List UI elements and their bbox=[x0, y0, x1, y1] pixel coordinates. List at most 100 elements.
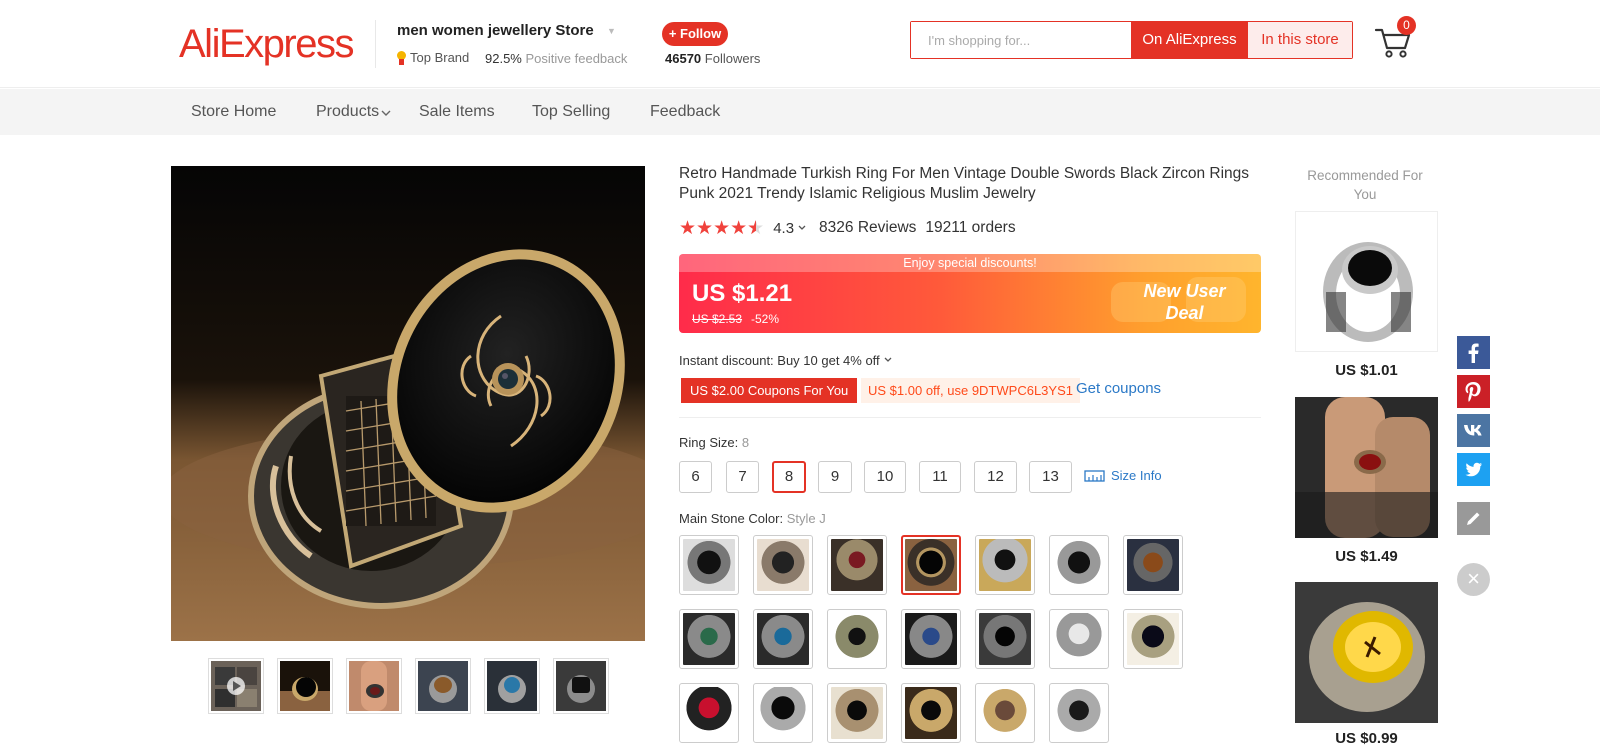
color-swatch-selected[interactable] bbox=[901, 535, 961, 595]
thumbnail-video[interactable] bbox=[208, 658, 264, 714]
thumbnail-image[interactable] bbox=[277, 658, 333, 714]
stone-color-selected: Style J bbox=[786, 511, 826, 526]
color-swatch[interactable] bbox=[753, 535, 813, 595]
color-swatch[interactable] bbox=[901, 683, 961, 743]
size-info-label: Size Info bbox=[1111, 468, 1162, 483]
nav-products[interactable]: Products bbox=[316, 103, 392, 121]
close-icon[interactable]: × bbox=[1457, 563, 1490, 596]
color-swatch[interactable] bbox=[679, 609, 739, 669]
thumbnail-image[interactable] bbox=[415, 658, 471, 714]
divider bbox=[679, 417, 1261, 418]
chevron-down-icon bbox=[381, 110, 391, 116]
recommended-title: Recommended For You bbox=[1307, 168, 1423, 202]
recommended-item[interactable] bbox=[1295, 397, 1438, 538]
nav-store-home[interactable]: Store Home bbox=[191, 103, 276, 121]
main-product-image[interactable] bbox=[171, 166, 645, 641]
store-name[interactable]: men women jewellery Store bbox=[397, 22, 594, 39]
recommended-price: US $0.99 bbox=[1335, 730, 1398, 747]
nav-sale-items[interactable]: Sale Items bbox=[419, 103, 495, 121]
color-swatch[interactable] bbox=[1049, 683, 1109, 743]
color-swatch[interactable] bbox=[1049, 535, 1109, 595]
color-swatch[interactable] bbox=[827, 683, 887, 743]
size-option[interactable]: 6 bbox=[679, 461, 712, 493]
deal-line-1: New User bbox=[1143, 281, 1226, 301]
stone-color-title: Main Stone Color: bbox=[679, 511, 784, 526]
search-input[interactable] bbox=[911, 22, 1131, 58]
ring-size-label: Ring Size: 8 bbox=[679, 435, 749, 450]
deal-line-2: Deal bbox=[1165, 303, 1204, 323]
edit-icon[interactable] bbox=[1457, 502, 1490, 535]
ruler-icon bbox=[1084, 469, 1105, 482]
search-in-store-button[interactable]: In this store bbox=[1248, 22, 1352, 58]
color-swatch[interactable] bbox=[827, 609, 887, 669]
aliexpress-logo[interactable]: AliExpress bbox=[179, 20, 354, 68]
size-option[interactable]: 12 bbox=[974, 461, 1017, 493]
search-on-aliexpress-button[interactable]: On AliExpress bbox=[1131, 22, 1248, 58]
product-title: Retro Handmade Turkish Ring For Men Vint… bbox=[679, 165, 1250, 202]
size-info-link[interactable]: Size Info bbox=[1084, 468, 1162, 483]
twitter-icon[interactable] bbox=[1457, 453, 1490, 486]
star-rating-icon: ★★★★★★ bbox=[679, 217, 765, 239]
top-brand-label: Top Brand bbox=[410, 50, 470, 65]
color-swatch[interactable] bbox=[901, 609, 961, 669]
original-price: US $2.53 bbox=[692, 312, 743, 326]
size-option-selected[interactable]: 8 bbox=[772, 461, 806, 493]
current-price: US $1.21 bbox=[692, 280, 793, 307]
size-option[interactable]: 10 bbox=[864, 461, 906, 493]
size-option[interactable]: 11 bbox=[919, 461, 961, 493]
color-swatch[interactable] bbox=[679, 683, 739, 743]
recommended-item[interactable] bbox=[1295, 211, 1438, 352]
store-feedback: 92.5% Positive feedback bbox=[485, 51, 627, 66]
nav-products-label: Products bbox=[316, 103, 380, 120]
color-swatch[interactable] bbox=[975, 609, 1035, 669]
rating-row: ★★★★★★ 4.3 8326 Reviews 19211 orders bbox=[679, 217, 1016, 239]
recommended-price: US $1.49 bbox=[1335, 548, 1398, 565]
new-user-deal-badge: New User Deal bbox=[1117, 280, 1252, 324]
discount-percent: -52% bbox=[751, 312, 780, 326]
color-swatch[interactable] bbox=[753, 609, 813, 669]
header: AliExpress men women jewellery Store ▼ T… bbox=[0, 0, 1600, 88]
price-banner: Enjoy special discounts! US $1.21 US $2.… bbox=[679, 254, 1261, 333]
search-box: On AliExpress In this store bbox=[910, 21, 1353, 59]
color-swatch[interactable] bbox=[827, 535, 887, 595]
follow-button[interactable]: + Follow bbox=[662, 22, 728, 46]
rating-value[interactable]: 4.3 bbox=[773, 220, 794, 237]
thumbnail-image[interactable] bbox=[553, 658, 609, 714]
feedback-percent: 92.5% bbox=[485, 51, 522, 66]
medal-icon bbox=[396, 50, 406, 65]
chevron-down-icon[interactable] bbox=[797, 223, 807, 233]
nav-feedback[interactable]: Feedback bbox=[650, 103, 720, 121]
divider bbox=[375, 20, 376, 68]
ring-size-selected: 8 bbox=[741, 435, 750, 450]
chevron-down-icon[interactable]: ▼ bbox=[607, 26, 616, 36]
color-swatch[interactable] bbox=[975, 683, 1035, 743]
recommended-item[interactable] bbox=[1295, 582, 1438, 723]
reviews-count[interactable]: 8326 Reviews bbox=[819, 219, 916, 237]
color-swatch[interactable] bbox=[753, 683, 813, 743]
pinterest-icon[interactable] bbox=[1457, 375, 1490, 408]
color-swatch[interactable] bbox=[1123, 609, 1183, 669]
size-option[interactable]: 13 bbox=[1029, 461, 1072, 493]
followers-label: Followers bbox=[704, 51, 761, 66]
color-swatch[interactable] bbox=[1123, 535, 1183, 595]
size-option[interactable]: 9 bbox=[818, 461, 852, 493]
store-coupon-badge[interactable]: US $2.00 Coupons For You bbox=[681, 378, 858, 403]
followers: 46570 Followers bbox=[665, 51, 760, 66]
stone-color-label: Main Stone Color: Style J bbox=[679, 511, 826, 526]
thumbnail-image[interactable] bbox=[484, 658, 540, 714]
thumbnail-image[interactable] bbox=[346, 658, 402, 714]
size-option[interactable]: 7 bbox=[726, 461, 759, 493]
feedback-label: Positive feedback bbox=[525, 51, 628, 66]
coupon-code-badge[interactable]: US $1.00 off, use 9DTWPC6L3YS1 bbox=[861, 378, 1080, 403]
instant-discount[interactable]: Instant discount: Buy 10 get 4% off bbox=[679, 353, 893, 368]
nav-top-selling[interactable]: Top Selling bbox=[532, 103, 610, 121]
color-swatch[interactable] bbox=[679, 535, 739, 595]
get-coupons-link[interactable]: Get coupons bbox=[1076, 380, 1161, 397]
color-swatch[interactable] bbox=[1049, 609, 1109, 669]
banner-promo-text: Enjoy special discounts! bbox=[679, 254, 1261, 272]
chevron-down-icon bbox=[884, 357, 892, 362]
ring-size-title: Ring Size: bbox=[679, 435, 739, 450]
vk-icon[interactable] bbox=[1457, 414, 1490, 447]
color-swatch[interactable] bbox=[975, 535, 1035, 595]
facebook-icon[interactable] bbox=[1457, 336, 1490, 369]
